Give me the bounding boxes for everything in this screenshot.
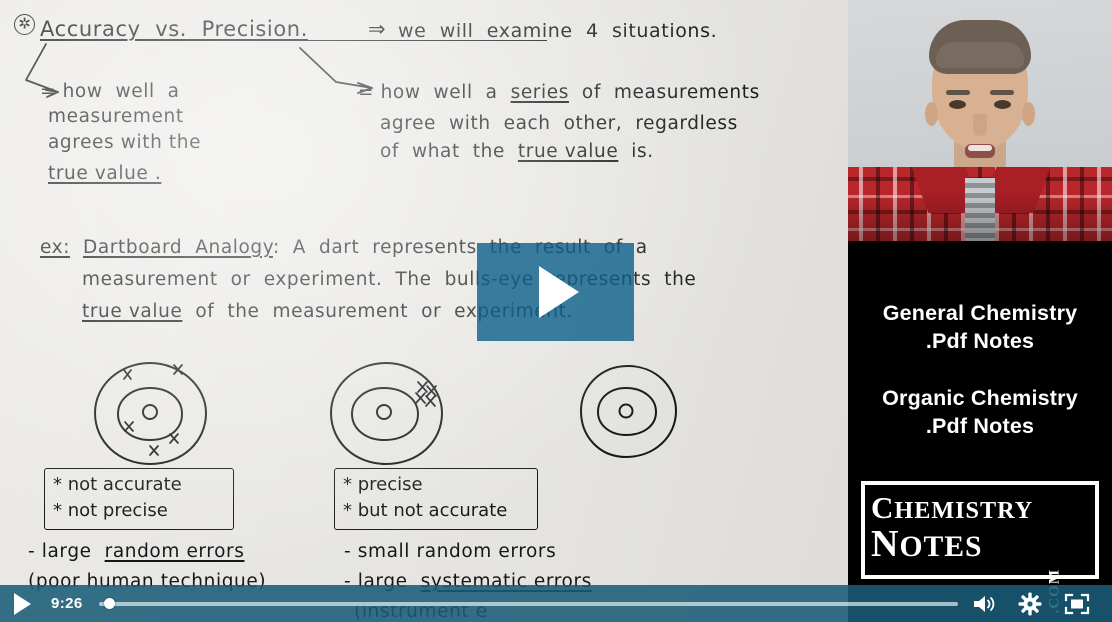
target-1-note-1: - large random errors [28,541,245,562]
video-player[interactable]: ✲ Accuracy vs. Precision. ⇒ we will exam… [0,0,1112,622]
target-2-label-box: * precise * but not accurate [334,468,538,530]
bullet-star-icon: ✲ [14,14,35,35]
presenter-video [848,0,1112,241]
precision-truevalue-underline: true value [517,141,619,162]
target-2-label-line-2: * but not accurate [343,500,508,521]
volume-icon [974,595,995,612]
heading-arrow-icon: ⇒ [368,17,387,41]
chemistrynotes-logo[interactable]: CHEMISTRY NOTES .COM [861,481,1099,613]
presenter-video-vignette [848,0,1112,241]
target-1-label-box: * not accurate * not precise [44,468,234,530]
progress-scrubber[interactable] [98,585,958,622]
precision-def-line-1: = how well a series of measurements [358,82,760,103]
logo-c: C [871,490,895,525]
example-truevalue-underline: true value [82,301,183,322]
logo-line-chemistry: CHEMISTRY [871,492,1089,523]
precision-def-line-2: agree with each other, regardless [380,113,738,134]
target-2-label-line-1: * precise [343,474,423,495]
general-chemistry-subtitle: .Pdf Notes [925,329,1035,353]
notes-promo-panel: General Chemistry .Pdf Notes Organic Che… [848,241,1112,465]
target-2-diagram [330,362,443,465]
target-1-diagram [94,362,207,465]
current-time-label: 9:26 [51,595,83,612]
fullscreen-icon [1064,593,1090,614]
logo-line-notes: NOTES [871,525,1089,563]
logo-otes: OTES [899,531,983,564]
progress-track[interactable] [98,602,958,606]
video-control-bar[interactable]: 9:26 [0,585,1112,622]
play-triangle-icon [538,266,579,318]
target-3-diagram [580,365,677,458]
general-chemistry-promo[interactable]: General Chemistry .Pdf Notes [848,299,1112,355]
organic-chemistry-subtitle: .Pdf Notes [925,414,1035,438]
logo-hemistry: HEMISTRY [894,497,1034,524]
lecture-whiteboard: ✲ Accuracy vs. Precision. ⇒ we will exam… [0,0,848,622]
logo-n: N [871,523,900,566]
accuracy-def-line-4: true value . [48,163,162,184]
target-1-note-underline: random errors [104,541,245,562]
example-label: ex: [40,237,71,258]
progress-handle[interactable] [103,598,115,609]
volume-button[interactable] [972,594,996,614]
gear-icon [1018,592,1042,615]
settings-button[interactable] [1018,592,1042,616]
play-icon[interactable] [14,592,31,615]
fullscreen-button[interactable] [1064,593,1090,615]
target-1-label-line-1: * not accurate [53,474,182,495]
heading-note: we will examine 4 situations. [398,20,718,42]
play-overlay-button[interactable] [477,243,634,341]
organic-chemistry-title: Organic Chemistry [882,386,1078,410]
example-title: Dartboard Analogy [83,237,273,258]
accuracy-def-line-3: agrees with the [48,132,202,153]
sidebar-panel: General Chemistry .Pdf Notes Organic Che… [848,0,1112,622]
logo-inner: CHEMISTRY NOTES [871,489,1089,571]
precision-series-underline: series [510,82,569,103]
board-heading: Accuracy vs. Precision. [40,17,308,41]
organic-chemistry-promo[interactable]: Organic Chemistry .Pdf Notes [848,384,1112,440]
target-1-label-line-2: * not precise [53,500,168,521]
precision-def-line-3: of what the true value is. [380,141,654,162]
general-chemistry-title: General Chemistry [882,301,1078,325]
target-2-note-1: - small random errors [344,541,557,562]
